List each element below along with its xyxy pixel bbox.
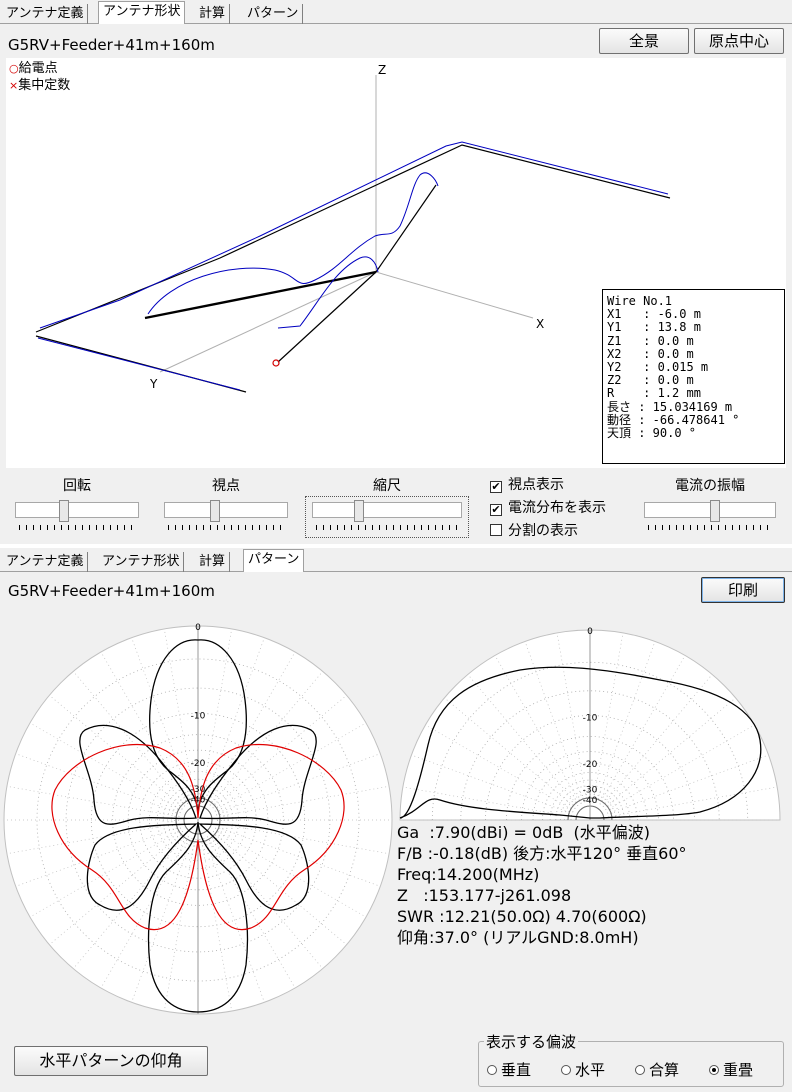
result-gain: Ga :7.90(dBi) = 0dB (水平偏波)	[397, 823, 651, 842]
result-elevation: 仰角:37.0° (リアルGND:8.0mH)	[397, 928, 639, 947]
result-impedance: Z :153.177-j261.098	[397, 886, 572, 905]
ring-label-left: 0	[195, 623, 201, 633]
ring-label-right: -10	[583, 713, 598, 723]
result-fb: F/B :-0.18(dB) 後方:水平120° 垂直60°	[397, 844, 687, 863]
ring-label-left: -40	[191, 796, 206, 806]
radio-horizontal[interactable]: 水平	[561, 1059, 605, 1080]
ring-label-right: 0	[587, 627, 593, 637]
radio-overlay[interactable]: 重畳	[709, 1059, 753, 1080]
result-swr: SWR :12.21(50.0Ω) 4.70(600Ω)	[397, 907, 647, 926]
ring-label-left: -20	[191, 759, 206, 769]
ring-label-left: -10	[191, 711, 206, 721]
result-freq: Freq:14.200(MHz)	[397, 865, 540, 884]
ring-label-right: -40	[583, 796, 598, 806]
radio-vertical[interactable]: 垂直	[487, 1059, 531, 1080]
polarization-title: 表示する偏波	[484, 1031, 579, 1052]
radio-combined[interactable]: 合算	[635, 1059, 679, 1080]
horizontal-pattern-elevation-button[interactable]: 水平パターンの仰角	[14, 1046, 208, 1076]
polarization-group: 表示する偏波 垂直 水平 合算 重畳	[478, 1031, 784, 1087]
ring-label-right: -30	[583, 786, 598, 796]
ring-label-right: -20	[583, 760, 598, 770]
results-panel: Ga :7.90(dBi) = 0dB (水平偏波) F/B :-0.18(dB…	[397, 822, 687, 948]
